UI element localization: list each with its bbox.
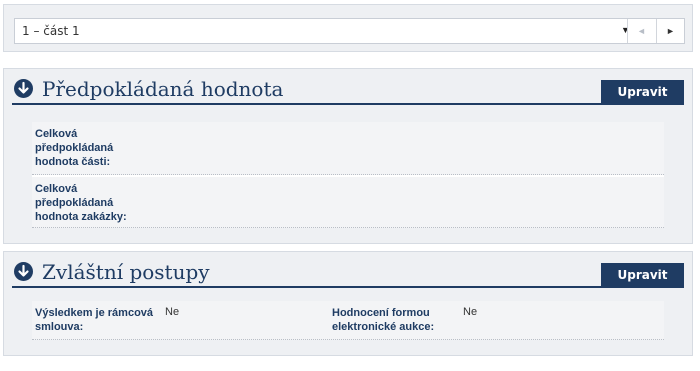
field-label: Celková předpokládaná hodnota zakázky: xyxy=(35,183,127,223)
arrow-right-icon: ► xyxy=(666,26,675,36)
field-value: Ne xyxy=(463,306,478,318)
field-label: Hodnocení formou elektronické aukce: xyxy=(332,307,435,333)
field-label: Výsledkem je rámcová smlouva: xyxy=(35,307,154,333)
table-row: Celková předpokládaná hodnota zakázky: xyxy=(32,177,664,228)
previous-part-button[interactable]: ◄ xyxy=(627,19,655,43)
section-estimated-value: Předpokládaná hodnota Upravit Celková př… xyxy=(3,68,693,244)
arrow-left-icon: ◄ xyxy=(637,26,646,36)
section-header: Zvláštní postupy Upravit xyxy=(12,260,684,288)
section-special-procedures: Zvláštní postupy Upravit Výsledkem je rá… xyxy=(3,251,693,356)
edit-button[interactable]: Upravit xyxy=(601,80,684,103)
part-selector-bar: 1 – část 1 ▼ ◄ ► xyxy=(3,4,693,52)
arrow-down-circle-icon[interactable] xyxy=(14,79,33,98)
section-body: Výsledkem je rámcová smlouva: Ne Hodnoce… xyxy=(32,301,664,340)
part-select[interactable]: 1 – část 1 ▼ ◄ ► xyxy=(14,18,685,44)
arrow-down-circle-icon[interactable] xyxy=(14,262,33,281)
table-row: Výsledkem je rámcová smlouva: Ne Hodnoce… xyxy=(32,301,664,340)
next-part-button[interactable]: ► xyxy=(656,19,684,43)
section-title: Předpokládaná hodnota xyxy=(42,77,284,101)
table-row: Celková předpokládaná hodnota části: xyxy=(32,122,664,175)
section-header: Předpokládaná hodnota Upravit xyxy=(12,77,684,105)
field-label: Celková předpokládaná hodnota části: xyxy=(35,128,114,168)
part-select-value: 1 – část 1 xyxy=(22,24,80,38)
section-body: Celková předpokládaná hodnota části: Cel… xyxy=(32,122,664,228)
field-value: Ne xyxy=(165,306,180,318)
edit-button[interactable]: Upravit xyxy=(601,263,684,286)
section-title: Zvláštní postupy xyxy=(42,260,210,284)
